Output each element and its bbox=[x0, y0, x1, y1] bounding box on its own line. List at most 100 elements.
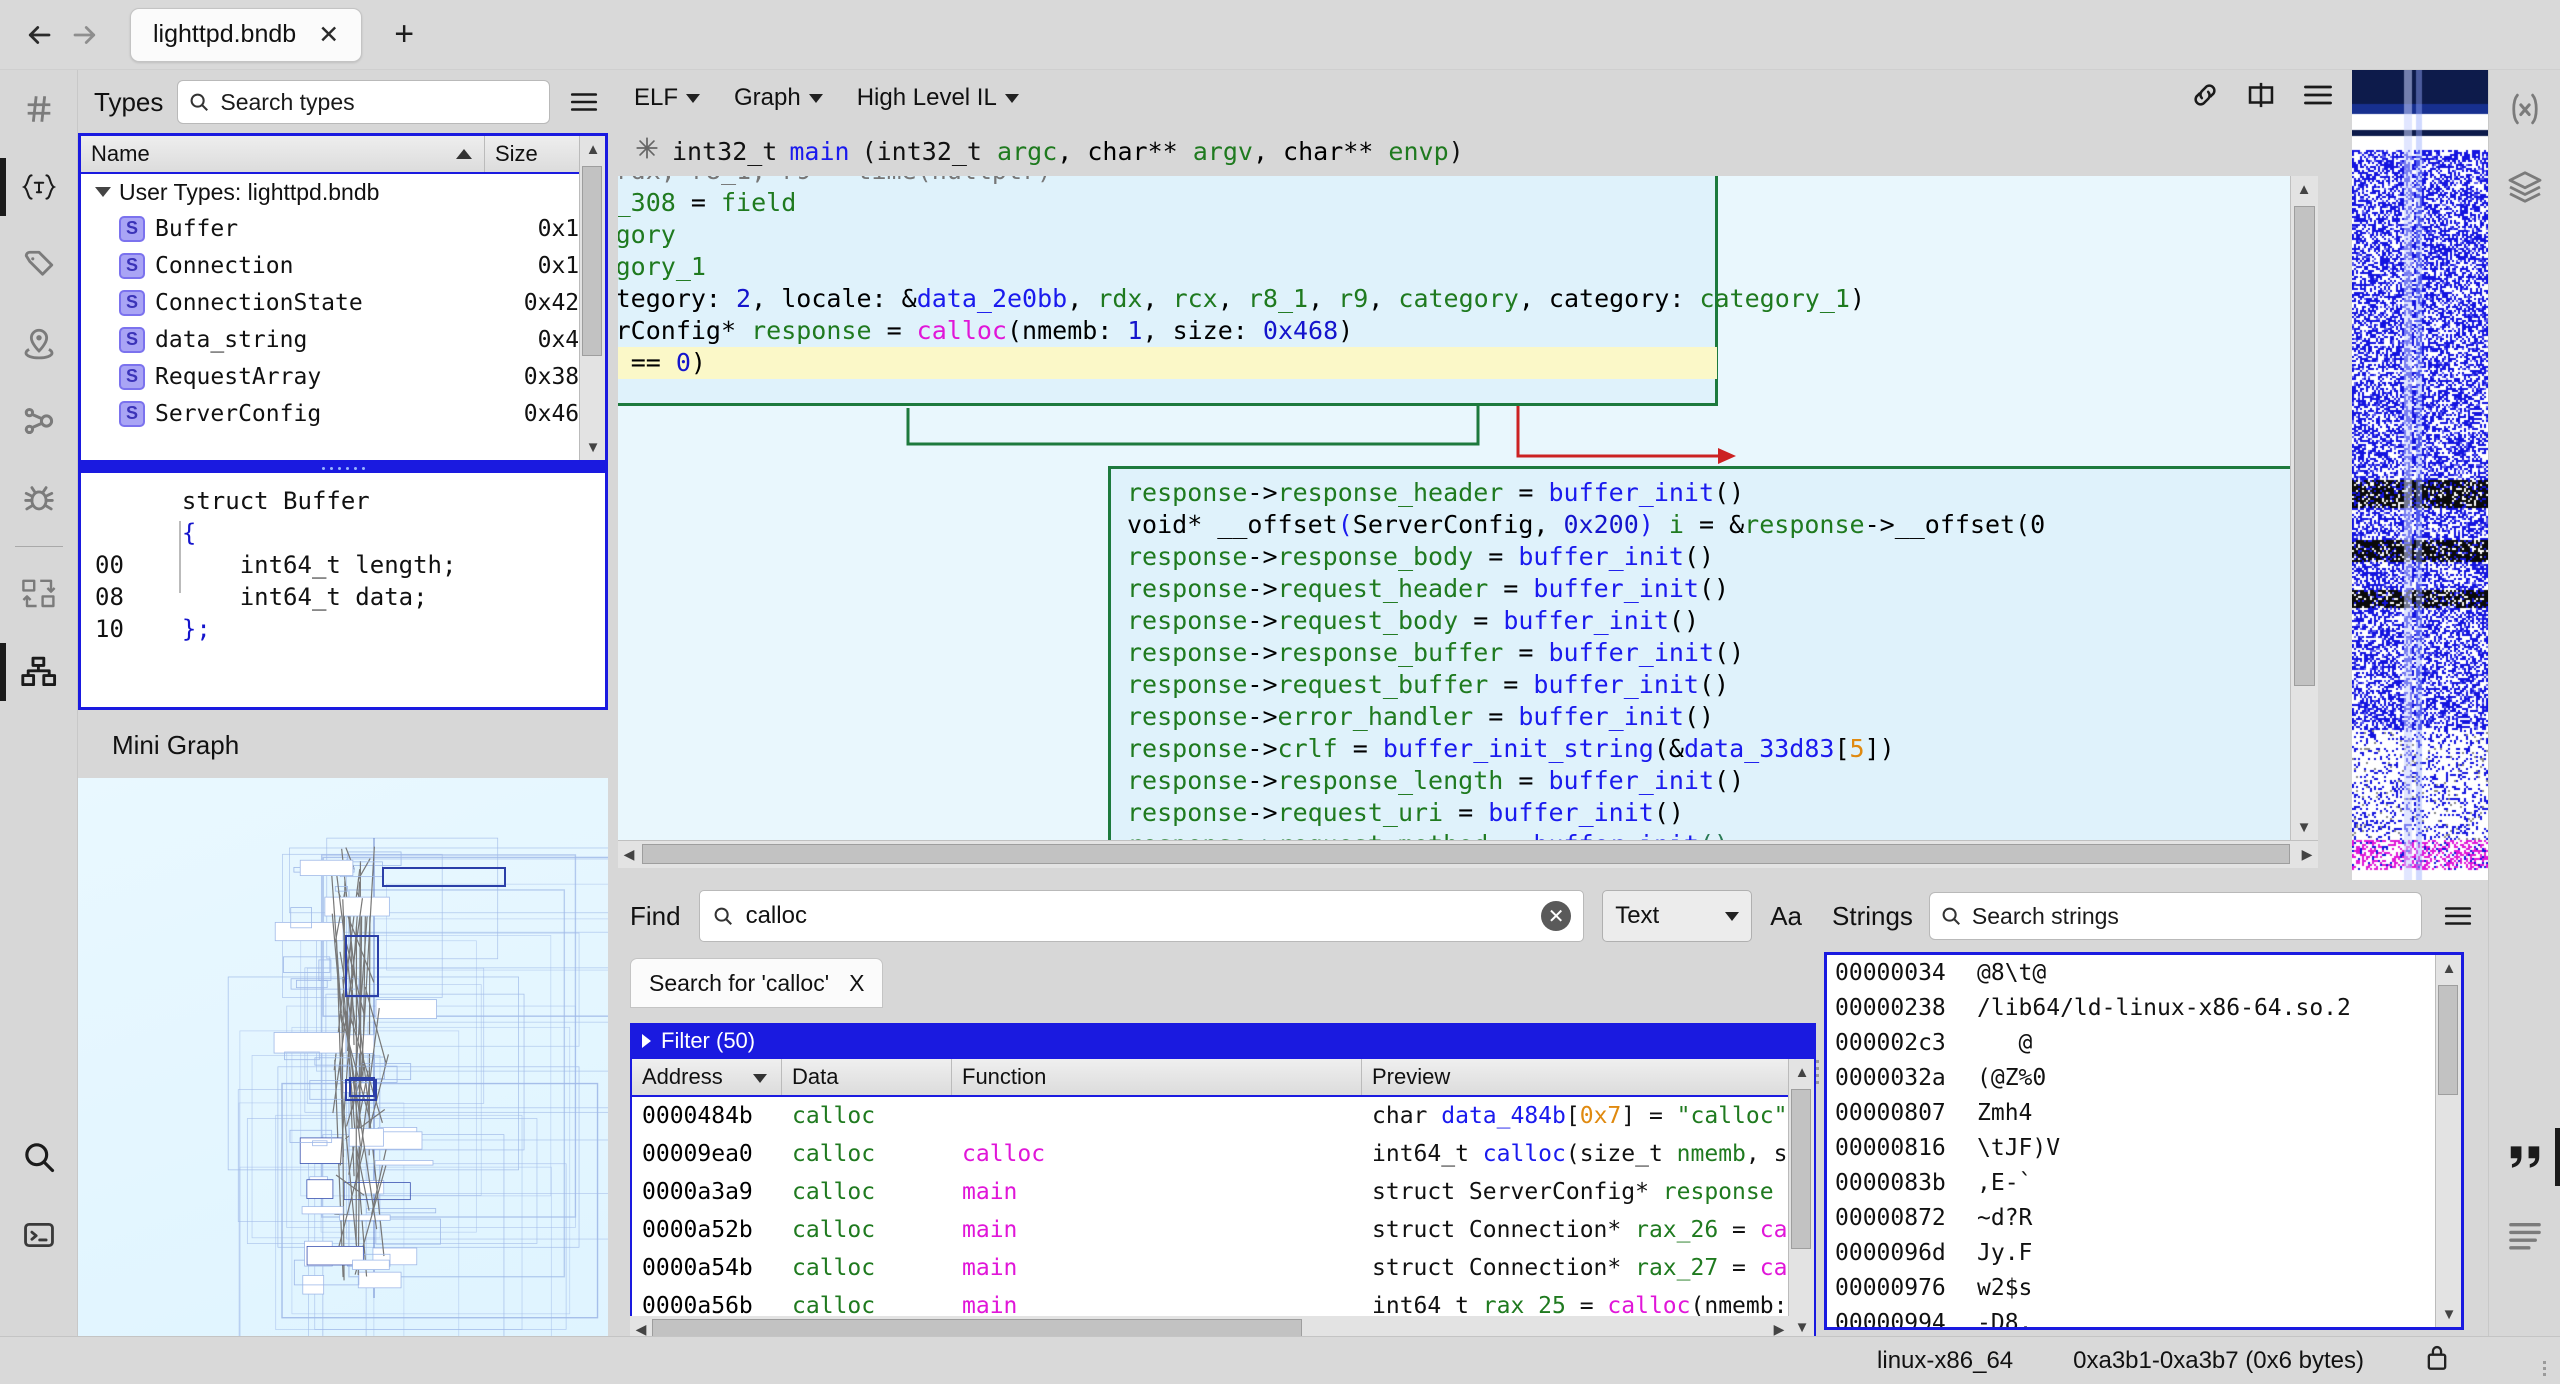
scrollbar-thumb[interactable] bbox=[582, 166, 602, 356]
back-arrow-icon[interactable] bbox=[16, 12, 62, 58]
tab-lighttpd-bndb[interactable]: lighttpd.bndb ✕ bbox=[130, 8, 362, 62]
table-row[interactable]: 0000a52bcallocmainstruct Connection* rax… bbox=[632, 1211, 1814, 1249]
scroll-up-icon[interactable]: ▲ bbox=[2291, 176, 2317, 202]
basic-block-1[interactable]: field, rcx, rdx, r8_1, r9 = time(nullptr… bbox=[618, 176, 1718, 406]
table-row[interactable]: 0000484bcallocchar data_484b[0x7] = "cal… bbox=[632, 1097, 1814, 1135]
list-item[interactable]: 00000976w2$s bbox=[1827, 1270, 2461, 1305]
lock-icon[interactable] bbox=[2424, 1343, 2450, 1378]
view-mode-dropdown[interactable]: Graph bbox=[734, 84, 823, 112]
search-results-table[interactable]: Address Data Function Preview 0000484bca… bbox=[630, 1059, 1816, 1342]
sidebar-item-cross-references[interactable] bbox=[0, 555, 78, 633]
strings-vertical-scrollbar[interactable]: ▲ ▼ bbox=[2435, 955, 2461, 1327]
scrollbar-thumb[interactable] bbox=[2438, 985, 2458, 1095]
column-header-data[interactable]: Data bbox=[782, 1059, 952, 1095]
strings-quote-icon[interactable] bbox=[2489, 1118, 2560, 1196]
close-icon[interactable]: ✕ bbox=[318, 20, 339, 50]
table-row[interactable]: SConnectionState 0x428 bbox=[81, 284, 605, 321]
split-pane-icon[interactable] bbox=[2246, 80, 2276, 117]
clear-circle-icon[interactable]: ✕ bbox=[1541, 901, 1571, 931]
list-item[interactable]: 00000238/lib64/ld-linux-x86-64.so.2 bbox=[1827, 990, 2461, 1025]
scroll-up-icon[interactable]: ▲ bbox=[2436, 955, 2462, 981]
table-row[interactable]: SRequestArray 0x388 bbox=[81, 358, 605, 395]
table-row[interactable]: SServerConfig 0x468 bbox=[81, 395, 605, 432]
sidebar-item-graph-nodes[interactable] bbox=[0, 382, 78, 460]
mini-graph-canvas[interactable] bbox=[78, 778, 608, 1338]
list-item[interactable]: 000002c3 @ bbox=[1827, 1025, 2461, 1060]
types-menu-icon[interactable] bbox=[564, 90, 604, 114]
scrollbar-thumb[interactable] bbox=[2294, 206, 2315, 686]
view-type-dropdown[interactable]: ELF bbox=[634, 84, 700, 112]
chevron-down-icon bbox=[1005, 94, 1019, 103]
strings-menu-icon[interactable] bbox=[2438, 904, 2478, 928]
forward-arrow-icon[interactable] bbox=[62, 12, 108, 58]
new-tab-icon[interactable]: + bbox=[384, 15, 424, 54]
column-header-function[interactable]: Function bbox=[952, 1059, 1362, 1095]
close-icon[interactable]: X bbox=[849, 970, 864, 997]
filter-bar[interactable]: Filter (50) bbox=[630, 1023, 1816, 1059]
code-graph-canvas[interactable]: field, rcx, rdx, r8_1, r9 = time(nullptr… bbox=[618, 176, 2318, 840]
sidebar-item-locations[interactable] bbox=[0, 304, 78, 382]
binary-overview-strip[interactable] bbox=[2352, 70, 2488, 880]
code-menu-icon[interactable] bbox=[2302, 82, 2334, 115]
search-result-tab[interactable]: Search for 'calloc' X bbox=[630, 958, 883, 1008]
sidebar-item-debugger-bug[interactable] bbox=[0, 460, 78, 538]
results-vertical-scrollbar[interactable]: ▲ ▼ bbox=[1788, 1059, 1814, 1340]
table-row[interactable]: SBuffer 0x10 bbox=[81, 210, 605, 247]
il-level-dropdown[interactable]: High Level IL bbox=[857, 84, 1019, 112]
scroll-down-icon[interactable]: ▼ bbox=[580, 434, 606, 460]
list-item[interactable]: 0000032a(@Z%0 bbox=[1827, 1060, 2461, 1095]
sidebar-item-symbols[interactable] bbox=[0, 70, 78, 148]
list-item[interactable]: 00000994-D8, bbox=[1827, 1305, 2461, 1330]
strings-list[interactable]: 00000034@8\t@00000238/lib64/ld-linux-x86… bbox=[1824, 952, 2464, 1330]
panel-grip[interactable] bbox=[1816, 1060, 1819, 1084]
search-types-input[interactable]: Search types bbox=[177, 80, 550, 124]
list-item[interactable]: 0000096dJy.F bbox=[1827, 1235, 2461, 1270]
types-grid[interactable]: Name Size User Types: lighttpd.bndb SBuf… bbox=[78, 133, 608, 463]
variables-icon[interactable] bbox=[2489, 70, 2560, 148]
scrollbar-thumb[interactable] bbox=[1791, 1089, 1811, 1249]
list-item[interactable]: 00000872~d?R bbox=[1827, 1200, 2461, 1235]
types-group-row[interactable]: User Types: lighttpd.bndb bbox=[81, 174, 605, 210]
types-vertical-scrollbar[interactable]: ▲ ▼ bbox=[579, 136, 605, 460]
console-terminal-icon[interactable] bbox=[0, 1196, 78, 1274]
sidebar-item-mini-graph[interactable] bbox=[0, 633, 78, 711]
list-item[interactable]: 00000807Zmh4 bbox=[1827, 1095, 2461, 1130]
sidebar-item-types[interactable] bbox=[0, 148, 78, 226]
chevron-down-icon[interactable] bbox=[95, 187, 111, 197]
find-mode-select[interactable]: Text bbox=[1602, 890, 1752, 942]
chevron-right-icon[interactable] bbox=[642, 1034, 651, 1048]
sidebar-item-tags[interactable] bbox=[0, 226, 78, 304]
code-vertical-scrollbar[interactable]: ▲ ▼ bbox=[2290, 176, 2318, 840]
scroll-right-icon[interactable]: ▶ bbox=[2296, 844, 2318, 864]
search-strings-input[interactable]: Search strings bbox=[1929, 892, 2422, 940]
scroll-down-icon[interactable]: ▼ bbox=[2291, 814, 2317, 840]
types-splitter[interactable] bbox=[78, 463, 608, 473]
table-row[interactable]: 00009ea0calloccallocint64_t calloc(size_… bbox=[632, 1135, 1814, 1173]
basic-block-2[interactable]: response->response_header = buffer_init(… bbox=[1108, 466, 2318, 840]
log-lines-icon[interactable] bbox=[2489, 1196, 2560, 1274]
scrollbar-thumb[interactable] bbox=[642, 844, 2290, 864]
list-item[interactable]: 0000083b,E-` bbox=[1827, 1165, 2461, 1200]
code-horizontal-scrollbar[interactable]: ◀ ▶ bbox=[618, 840, 2318, 868]
function-signature[interactable]: int32_t main(int32_t argc, char** argv, … bbox=[616, 126, 2352, 176]
scroll-up-icon[interactable]: ▲ bbox=[1789, 1059, 1815, 1085]
list-item[interactable]: 00000816\tJF)V bbox=[1827, 1130, 2461, 1165]
match-case-icon[interactable]: Aa bbox=[1770, 901, 1802, 932]
search-icon[interactable] bbox=[0, 1118, 78, 1196]
column-header-address[interactable]: Address bbox=[632, 1059, 782, 1095]
link-icon[interactable] bbox=[2190, 80, 2220, 117]
list-item[interactable]: 00000034@8\t@ bbox=[1827, 955, 2461, 990]
type-detail-view[interactable]: struct Buffer { 00 int64_t length; 08 in… bbox=[78, 473, 608, 710]
scroll-down-icon[interactable]: ▼ bbox=[2436, 1301, 2462, 1327]
column-header-preview[interactable]: Preview bbox=[1362, 1059, 1814, 1095]
resize-grip[interactable] bbox=[2543, 1361, 2546, 1376]
find-input[interactable]: calloc ✕ bbox=[699, 890, 1585, 942]
table-row[interactable]: 0000a3a9callocmainstruct ServerConfig* r… bbox=[632, 1173, 1814, 1211]
scroll-up-icon[interactable]: ▲ bbox=[580, 136, 606, 162]
table-row[interactable]: Sdata_string 0x48 bbox=[81, 321, 605, 358]
table-row[interactable]: 0000a54bcallocmainstruct Connection* rax… bbox=[632, 1249, 1814, 1287]
stack-layers-icon[interactable] bbox=[2489, 148, 2560, 226]
table-row[interactable]: SConnection 0x18 bbox=[81, 247, 605, 284]
scroll-left-icon[interactable]: ◀ bbox=[618, 844, 640, 864]
column-header-name[interactable]: Name bbox=[81, 136, 485, 172]
